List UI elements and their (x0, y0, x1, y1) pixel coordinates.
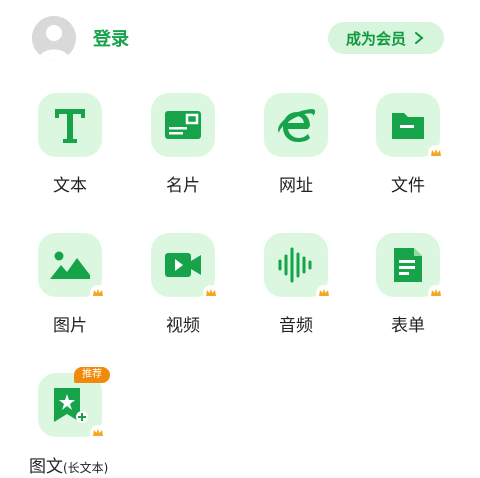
tile-icon-box (38, 93, 102, 157)
tile-business-card[interactable]: 名片 (137, 93, 237, 203)
tile-form[interactable]: 表单 (362, 233, 462, 343)
long-text-label-main: 图文 (29, 457, 63, 477)
tile-icon-box (151, 93, 215, 157)
tile-label: 文本 (53, 176, 87, 196)
chevron-right-icon (415, 32, 424, 44)
user-avatar-icon (32, 16, 76, 60)
tile-label: 表单 (391, 316, 425, 336)
tile-video[interactable]: 视频 (137, 233, 237, 343)
tile-label: 文件 (391, 176, 425, 196)
text-T-icon (55, 109, 85, 143)
tile-label: 图片 (53, 316, 87, 336)
long-text-label: 图文(长文本) (29, 452, 108, 477)
crown-icon (203, 285, 219, 301)
recommend-badge: 推荐 (74, 367, 110, 383)
tile-file[interactable]: 文件 (362, 93, 462, 203)
tile-icon-box (38, 233, 106, 301)
tile-label: 名片 (166, 176, 200, 196)
tile-label: 音频 (279, 316, 313, 336)
tile-icon-box (151, 233, 219, 301)
tile-label: 视频 (166, 316, 200, 336)
become-member-button[interactable]: 成为会员 (328, 22, 444, 54)
video-camera-icon (165, 253, 201, 277)
tile-url[interactable]: 网址 (250, 93, 350, 203)
browser-e-icon (278, 109, 316, 142)
avatar[interactable] (32, 16, 76, 60)
long-text-label-suffix: (长文本) (63, 461, 109, 475)
become-member-label: 成为会员 (345, 29, 406, 48)
tile-text[interactable]: 文本 (24, 93, 124, 203)
bookmark-star-icon (54, 388, 88, 423)
form-document-icon (394, 248, 422, 282)
crown-icon (90, 425, 106, 441)
business-card-icon (165, 111, 201, 139)
header: 登录 成为会员 (0, 0, 480, 78)
image-icon (50, 251, 90, 279)
tile-icon-box (264, 93, 328, 157)
tile-icon-box (376, 93, 444, 161)
tile-long-text[interactable] (24, 373, 124, 453)
login-link[interactable]: 登录 (93, 25, 129, 51)
audio-waveform-icon (278, 247, 312, 283)
folder-icon (392, 113, 424, 139)
crown-icon (316, 285, 332, 301)
tile-icon-box (264, 233, 332, 301)
tile-image[interactable]: 图片 (24, 233, 124, 343)
crown-icon (428, 145, 444, 161)
tile-audio[interactable]: 音频 (250, 233, 350, 343)
crown-icon (428, 285, 444, 301)
crown-icon (90, 285, 106, 301)
tile-icon-box (376, 233, 444, 301)
tile-label: 网址 (279, 176, 313, 196)
